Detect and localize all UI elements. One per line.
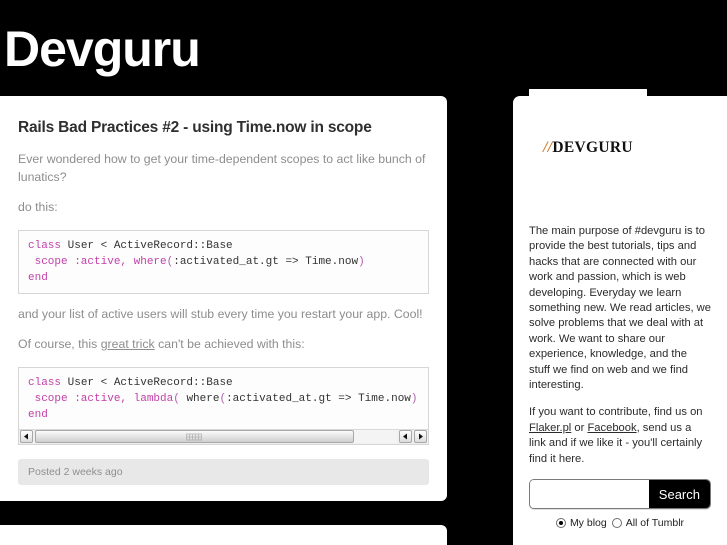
- post-title[interactable]: Rails Bad Practices #2 - using Time.now …: [18, 118, 429, 137]
- post-body: Ever wondered how to get your time-depen…: [18, 151, 429, 445]
- post-timestamp[interactable]: Posted 2 weeks ago: [18, 458, 429, 485]
- search-button[interactable]: Search: [648, 480, 710, 509]
- radio-all-tumblr-label: All of Tumblr: [625, 517, 685, 530]
- code-content: class User < ActiveRecord::Base scope :a…: [28, 238, 419, 286]
- radio-my-blog-icon[interactable]: [555, 518, 566, 529]
- flaker-link[interactable]: Flaker.pl: [529, 422, 571, 434]
- site-header: Devguru: [0, 0, 727, 96]
- contribute-text-before: If you want to contribute, find us on: [529, 406, 703, 419]
- code-keyword: class: [28, 239, 62, 252]
- site-logo[interactable]: //DEVGURU: [529, 89, 647, 207]
- great-trick-link[interactable]: great trick: [101, 337, 155, 351]
- code-text: scope :active, where: [28, 255, 167, 268]
- code-text: User < ActiveRecord::Base: [61, 376, 233, 389]
- code-paren: (: [173, 392, 180, 405]
- post-article: Rails Bad Practices #2 - using Time.now …: [0, 96, 447, 501]
- site-logo-text: //DEVGURU: [543, 139, 633, 157]
- code-content: class User < ActiveRecord::Base scope :a…: [28, 375, 419, 423]
- search-form[interactable]: Search: [529, 479, 711, 510]
- code-text: :activated_at.gt => Time.now: [226, 392, 411, 405]
- scroll-left-arrow-icon-2[interactable]: [399, 430, 412, 444]
- post-paragraph: do this:: [18, 200, 58, 215]
- radio-all-tumblr-icon[interactable]: [611, 518, 622, 529]
- post-paragraph: Of course, this great trick can't be ach…: [18, 336, 429, 353]
- paragraph-text: Of course, this: [18, 337, 101, 352]
- scroll-right-arrow-icon[interactable]: [414, 430, 427, 444]
- paragraph-text: can't be achieved with this:: [154, 337, 305, 352]
- scroll-left-arrow-icon[interactable]: [20, 430, 33, 444]
- code-block-scrollable: class User < ActiveRecord::Base scope :a…: [18, 366, 429, 445]
- logo-name: DEVGURU: [552, 139, 633, 156]
- page-root: Devguru Rails Bad Practices #2 - using T…: [0, 0, 727, 545]
- code-paren: ): [410, 392, 418, 405]
- code-text: :activated_at.gt => Time.now: [173, 255, 359, 268]
- code-block: class User < ActiveRecord::Base scope :a…: [18, 229, 429, 294]
- scrollbar-grip-icon: [186, 433, 203, 441]
- code-text: where: [179, 392, 220, 405]
- post-paragraph: and your list of active users will stub …: [18, 306, 423, 321]
- code-keyword: class: [28, 376, 62, 389]
- radio-option-all-tumblr[interactable]: All of Tumblr: [611, 517, 685, 530]
- horizontal-scrollbar[interactable]: [19, 428, 428, 444]
- post-article: Rails Bad Practices #1 - sql injection.: [0, 524, 447, 545]
- radio-option-my-blog[interactable]: My blog: [555, 517, 607, 530]
- contribute-text-mid: or: [571, 421, 588, 434]
- scrollbar-thumb[interactable]: [35, 430, 354, 444]
- code-paren: ): [358, 255, 365, 268]
- post-footer: Posted 2 weeks ago: [0, 458, 447, 501]
- facebook-link[interactable]: Facebook: [587, 422, 636, 434]
- code-keyword: end: [28, 271, 48, 284]
- search-input[interactable]: [530, 480, 649, 509]
- post-paragraph: Ever wondered how to get your time-depen…: [18, 152, 426, 184]
- scrollbar-right-buttons[interactable]: [398, 430, 428, 444]
- site-title[interactable]: Devguru: [4, 24, 201, 74]
- sidebar-contribute-text: If you want to contribute, find us on Fl…: [529, 405, 711, 467]
- code-keyword: end: [28, 408, 48, 421]
- code-text: User < ActiveRecord::Base: [61, 239, 233, 252]
- sidebar-about-text: The main purpose of #devguru is to provi…: [529, 225, 711, 392]
- radio-my-blog-label: My blog: [569, 517, 607, 530]
- scrollbar-track[interactable]: [35, 430, 397, 444]
- post-footer-spacer: [18, 485, 429, 501]
- code-text: scope :active, lambda: [28, 392, 174, 405]
- logo-slashes: //: [543, 139, 553, 156]
- search-scope-options: My blog All of Tumblr: [529, 517, 711, 529]
- main-content-column: Rails Bad Practices #2 - using Time.now …: [0, 96, 447, 545]
